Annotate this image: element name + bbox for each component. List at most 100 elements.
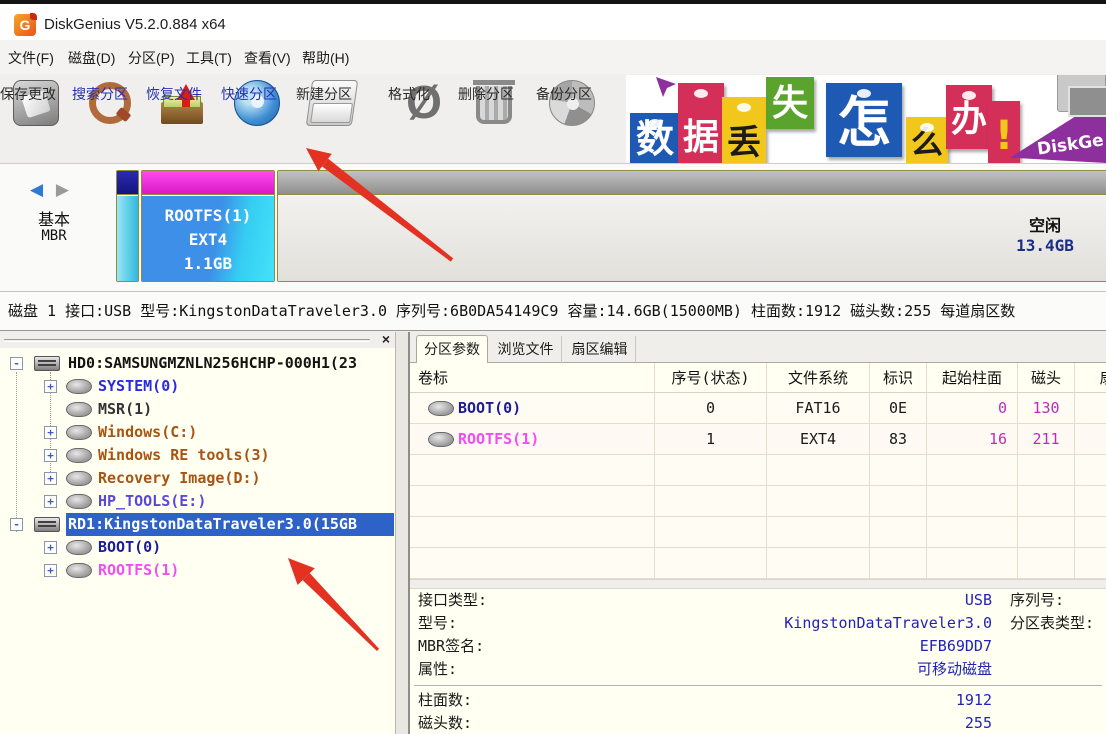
collapse-icon[interactable]: - — [10, 518, 23, 531]
new-partition-button[interactable]: 新建分区 — [296, 78, 368, 160]
tree-item-label: RD1:KingstonDataTraveler3.0(15GB — [66, 513, 394, 536]
menu-tools[interactable]: 工具(T) — [186, 48, 232, 68]
col-id[interactable]: 标识 — [870, 363, 927, 393]
head-cell: 211 — [1018, 424, 1075, 455]
panel-splitter[interactable] — [396, 332, 410, 734]
partition-icon — [66, 494, 92, 509]
tree-item-boot[interactable]: + BOOT(0) — [0, 536, 396, 559]
expand-icon[interactable]: + — [44, 449, 57, 462]
expand-icon[interactable]: + — [44, 564, 57, 577]
ad-banner[interactable]: 数 据 丢 失 怎 么 办 ! DiskGe — [626, 75, 1106, 163]
pen-icon — [656, 77, 676, 97]
title-bar: G DiskGenius V5.2.0.884 x64 — [0, 4, 1106, 40]
banner-tile: 怎 — [826, 83, 902, 157]
tab-browse-files[interactable]: 浏览文件 — [490, 336, 562, 363]
quick-partition-button[interactable]: 快速分区 — [221, 78, 293, 160]
banner-tile: 办 — [946, 85, 992, 149]
tree-item-hp-tools[interactable]: + HP_TOOLS(E:) — [0, 490, 396, 513]
expand-icon[interactable]: + — [44, 426, 57, 439]
backup-partition-button[interactable]: 备份分区 — [536, 78, 608, 160]
volume-name: BOOT(0) — [458, 399, 521, 417]
partition-icon — [66, 540, 92, 555]
col-seq[interactable]: 序号(状态) — [655, 363, 767, 393]
collapse-icon[interactable]: - — [10, 357, 23, 370]
tree-item-label: Windows RE tools(3) — [98, 444, 270, 467]
geometry-value: 1912 — [560, 689, 992, 712]
partition-block-boot[interactable] — [116, 170, 139, 282]
format-button[interactable]: Ø 格式化 — [388, 78, 460, 160]
partition-detail-panel: 分区参数 浏览文件 扇区编辑 卷标 序号(状态) 文件系统 标识 起始柱面 磁头… — [410, 332, 1106, 734]
partition-band — [142, 171, 274, 195]
detail-value: KingstonDataTraveler3.0 — [560, 612, 992, 635]
tab-sector-edit[interactable]: 扇区编辑 — [564, 336, 636, 363]
partition-band — [278, 171, 1106, 195]
tree-item-hd0[interactable]: - HD0:SAMSUNGMZNLN256HCHP-000H1(23 — [0, 352, 396, 375]
partition-name: ROOTFS(1) — [142, 204, 274, 228]
cyl-cell: 16 — [927, 424, 1018, 455]
col-head[interactable]: 磁头 — [1018, 363, 1075, 393]
tree-item-label: BOOT(0) — [98, 536, 161, 559]
disk-geometry: 柱面数: 1912 磁头数: 255 — [410, 689, 1106, 734]
partition-size: 1.1GB — [142, 252, 274, 276]
detail-value: USB — [560, 589, 992, 612]
detail-value: 可移动磁盘 — [560, 658, 992, 681]
tree-item-windows-c[interactable]: + Windows(C:) — [0, 421, 396, 444]
col-start-cyl[interactable]: 起始柱面 — [927, 363, 1018, 393]
expand-icon[interactable]: + — [44, 380, 57, 393]
removable-disk-icon — [34, 517, 60, 532]
menu-help[interactable]: 帮助(H) — [302, 48, 349, 68]
recover-files-button[interactable]: 恢复文件 — [146, 78, 218, 160]
col-fs[interactable]: 文件系统 — [767, 363, 870, 393]
partition-icon — [66, 425, 92, 440]
close-panel-icon[interactable]: × — [382, 332, 390, 347]
main-split: × - HD0:SAMSUNGMZNLN256HCHP-000H1(23 + S… — [0, 330, 1106, 734]
partition-body — [278, 196, 1106, 281]
tree-item-rootfs[interactable]: + ROOTFS(1) — [0, 559, 396, 582]
menu-partition[interactable]: 分区(P) — [128, 48, 175, 68]
col-sector[interactable]: 扇区 — [1075, 363, 1106, 393]
tree-item-system[interactable]: + SYSTEM(0) — [0, 375, 396, 398]
expand-icon[interactable]: + — [44, 495, 57, 508]
app-logo-icon: G — [14, 14, 36, 36]
search-partition-button[interactable]: 搜索分区 — [72, 78, 144, 160]
search-partition-label: 搜索分区 — [72, 84, 128, 104]
banner-tile: 数 — [630, 113, 680, 163]
col-volume[interactable]: 卷标 — [410, 363, 655, 393]
expand-icon[interactable]: + — [44, 541, 57, 554]
next-disk-arrow-icon[interactable]: ▶ — [56, 180, 73, 199]
format-label: 格式化 — [388, 84, 430, 104]
tab-bar: 分区参数 浏览文件 扇区编辑 — [410, 332, 1106, 363]
table-row-rootfs[interactable]: ROOTFS(1) 1 EXT4 83 16 211 — [410, 424, 1106, 455]
menu-disk[interactable]: 磁盘(D) — [68, 48, 115, 68]
partition-block-free[interactable] — [277, 170, 1106, 282]
seq-cell: 0 — [655, 393, 767, 424]
geometry-label: 磁头数: — [410, 712, 560, 734]
menu-file[interactable]: 文件(F) — [8, 48, 54, 68]
delete-partition-button[interactable]: 删除分区 — [458, 78, 530, 160]
table-type-label: MBR — [24, 228, 84, 244]
geometry-value: 255 — [560, 712, 992, 734]
save-changes-label: 保存更改 — [0, 84, 56, 104]
tree-item-recovery-image[interactable]: + Recovery Image(D:) — [0, 467, 396, 490]
tree-item-rd1-selected[interactable]: - RD1:KingstonDataTraveler3.0(15GB — [0, 513, 396, 536]
tree-item-msr[interactable]: MSR(1) — [0, 398, 396, 421]
prev-disk-arrow-icon[interactable]: ◀ — [30, 180, 47, 199]
table-empty-row — [410, 548, 1106, 579]
detail-value: EFB69DD7 — [560, 635, 992, 658]
detail-row: 属性: 可移动磁盘 — [410, 658, 1106, 681]
partition-icon — [66, 379, 92, 394]
expand-icon[interactable]: + — [44, 472, 57, 485]
table-row-boot[interactable]: BOOT(0) 0 FAT16 0E 0 130 — [410, 393, 1106, 424]
detail-label2 — [992, 658, 1102, 681]
splitter-groove[interactable] — [4, 339, 370, 342]
detail-label: 属性: — [410, 658, 560, 681]
detail-label: 接口类型: — [410, 589, 560, 612]
table-empty-row — [410, 455, 1106, 486]
tree-item-windows-re[interactable]: + Windows RE tools(3) — [0, 444, 396, 467]
head-cell: 130 — [1018, 393, 1075, 424]
partition-block-rootfs[interactable]: ROOTFS(1) EXT4 1.1GB — [141, 170, 275, 282]
save-changes-button[interactable]: 保存更改 — [0, 78, 72, 160]
menu-view[interactable]: 查看(V) — [244, 48, 291, 68]
tab-partition-params[interactable]: 分区参数 — [416, 335, 488, 364]
window-title: DiskGenius V5.2.0.884 x64 — [44, 16, 226, 33]
